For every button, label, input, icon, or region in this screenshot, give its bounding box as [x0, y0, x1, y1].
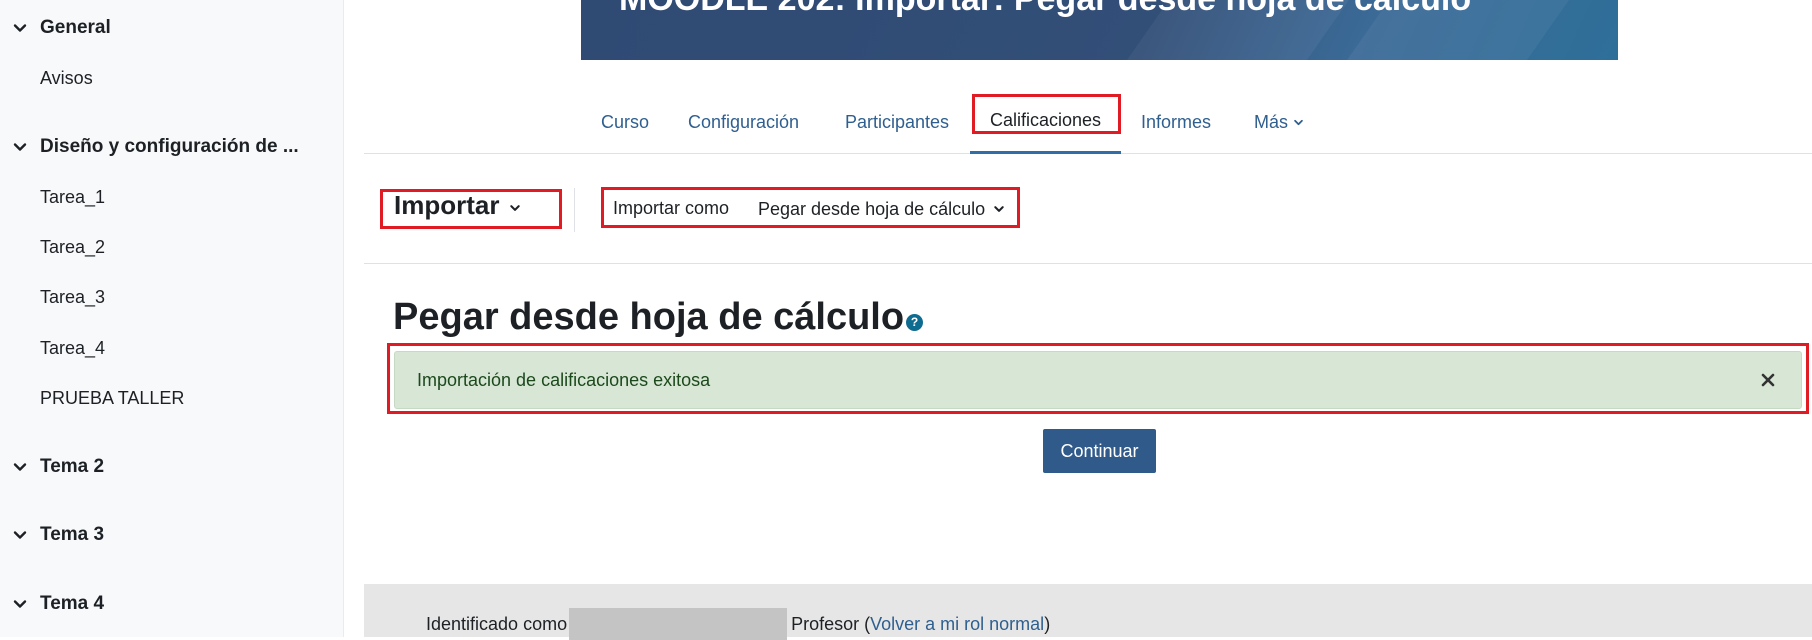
- redacted-username: [569, 608, 788, 640]
- divider: [574, 188, 575, 232]
- chevron-down-icon: [12, 596, 28, 612]
- import-as-label: Importar como: [613, 198, 730, 218]
- continue-button[interactable]: Continuar: [1043, 429, 1156, 473]
- success-alert: Importación de calificaciones exitosa: [394, 351, 1802, 409]
- course-index-sidebar: General Avisos Diseño y configuración de…: [0, 0, 344, 637]
- importar-menu-label: Importar: [394, 190, 500, 220]
- importar-menu[interactable]: Importar: [394, 190, 521, 221]
- login-info: Identificado como Profesor ( Volver a mi…: [426, 608, 1050, 640]
- help-icon[interactable]: ?: [906, 314, 924, 331]
- tab-mas[interactable]: Más: [1254, 90, 1304, 154]
- import-as-select[interactable]: Pegar desde hoja de cálculo: [758, 192, 1015, 226]
- course-header-banner: MOODLE 202: Importar: Pegar desde hoja d…: [581, 0, 1618, 60]
- activity-tarea-4[interactable]: Tarea_4: [40, 334, 105, 362]
- chevron-down-icon: [509, 190, 521, 221]
- section-label: Diseño y configuración de ...: [40, 136, 299, 157]
- section-tema-3[interactable]: Tema 3: [12, 521, 104, 549]
- section-label: Tema 4: [40, 593, 105, 614]
- activity-tarea-3[interactable]: Tarea_3: [40, 283, 105, 311]
- return-to-normal-role-link[interactable]: Volver a mi rol normal: [870, 614, 1044, 635]
- tab-participantes[interactable]: Participantes: [845, 90, 949, 154]
- chevron-down-icon: [12, 139, 28, 155]
- chevron-down-icon: [993, 199, 1005, 220]
- chevron-down-icon: [12, 527, 28, 543]
- chevron-down-icon: [1293, 112, 1304, 133]
- tab-calificaciones[interactable]: Calificaciones: [970, 90, 1121, 154]
- import-as-selected-value: Pegar desde hoja de cálculo: [758, 198, 986, 219]
- section-tema-4[interactable]: Tema 4: [12, 590, 104, 618]
- tab-configuracion[interactable]: Configuración: [688, 90, 799, 154]
- activity-tarea-1[interactable]: Tarea_1: [40, 183, 105, 211]
- page-footer: Identificado como Profesor ( Volver a mi…: [364, 584, 1812, 640]
- page-title: MOODLE 202: Importar: Pegar desde hoja d…: [619, 0, 1471, 19]
- tab-informes[interactable]: Informes: [1141, 90, 1211, 154]
- section-tema-2[interactable]: Tema 2: [12, 453, 104, 481]
- secondary-navigation: Curso Configuración Participantes Califi…: [364, 90, 1812, 154]
- page-heading-text: Pegar desde hoja de cálculo: [393, 296, 905, 338]
- chevron-down-icon: [12, 20, 28, 36]
- section-label: Tema 3: [40, 524, 105, 545]
- tertiary-navigation: Importar Importar como Pegar desde hoja …: [364, 154, 1812, 264]
- main-region: MOODLE 202: Importar: Pegar desde hoja d…: [364, 0, 1812, 640]
- tab-curso[interactable]: Curso: [601, 90, 649, 154]
- section-label: Tema 2: [40, 456, 105, 477]
- close-icon[interactable]: [1757, 369, 1779, 391]
- page-heading: Pegar desde hoja de cálculo ?: [393, 296, 924, 339]
- alert-message: Importación de calificaciones exitosa: [417, 370, 711, 390]
- section-general[interactable]: General: [12, 14, 111, 42]
- section-label: General: [40, 17, 111, 38]
- logged-in-as-label: Identificado como: [426, 613, 568, 634]
- chevron-down-icon: [12, 459, 28, 475]
- activity-avisos[interactable]: Avisos: [40, 64, 93, 92]
- activity-tarea-2[interactable]: Tarea_2: [40, 233, 105, 261]
- section-diseno[interactable]: Diseño y configuración de ...: [12, 133, 299, 161]
- paren-close: ): [1044, 613, 1051, 634]
- tab-mas-label: Más: [1254, 111, 1289, 132]
- activity-prueba-taller[interactable]: PRUEBA TALLER: [40, 384, 184, 412]
- role-label: Profesor: [791, 613, 860, 634]
